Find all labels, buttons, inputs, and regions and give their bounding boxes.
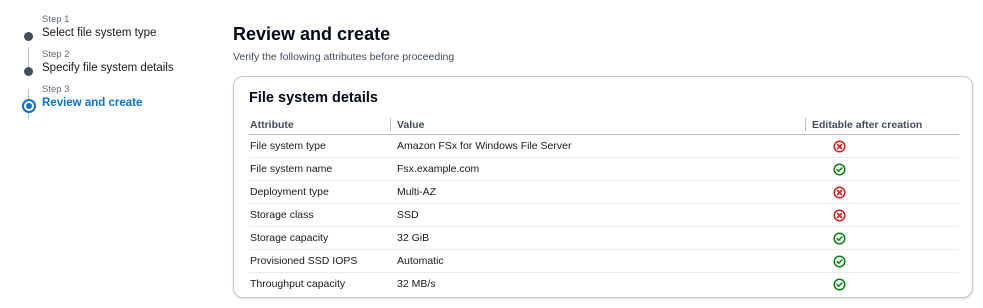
column-header-value: Value bbox=[390, 115, 811, 135]
editable-cell bbox=[811, 203, 959, 227]
step-complete-icon bbox=[24, 32, 33, 41]
column-header-editable: Editable after creation bbox=[805, 115, 959, 135]
table-row: File system type Amazon FSx for Windows F… bbox=[249, 134, 959, 158]
editable-cell bbox=[811, 157, 959, 181]
value-cell: Amazon FSx for Windows File Server bbox=[396, 134, 811, 158]
x-circle-icon bbox=[833, 185, 846, 199]
value-cell: 32 GiB bbox=[396, 226, 811, 250]
check-circle-icon bbox=[833, 162, 846, 176]
table-row: Throughput capacity 32 MB/s bbox=[249, 273, 959, 296]
table-row: File system name Fsx.example.com bbox=[249, 157, 959, 181]
attribute-cell: File system name bbox=[249, 157, 396, 181]
attribute-cell: Throughput capacity bbox=[250, 278, 346, 290]
value-cell: 32 MB/s bbox=[397, 278, 436, 290]
attribute-cell: Deployment type bbox=[249, 180, 396, 204]
attribute-cell: File system type bbox=[249, 134, 396, 158]
file-system-details-panel: File system details Attribute Value Edit… bbox=[233, 76, 973, 298]
table-row: Storage class SSD bbox=[249, 203, 959, 227]
value-cell: Fsx.example.com bbox=[396, 157, 811, 181]
editable-cell bbox=[811, 249, 959, 273]
step-number: Step 3 bbox=[42, 84, 70, 95]
panel-title: File system details bbox=[249, 90, 378, 106]
value-cell: SSD bbox=[396, 203, 811, 227]
table-row: Deployment type Multi-AZ bbox=[249, 180, 959, 204]
step-title[interactable]: Specify file system details bbox=[42, 61, 212, 75]
step-current-icon bbox=[22, 99, 36, 113]
table-row: Provisioned SSD IOPS Automatic bbox=[249, 249, 959, 273]
column-header-attribute: Attribute bbox=[249, 115, 396, 135]
editable-cell bbox=[811, 134, 959, 158]
editable-cell bbox=[811, 226, 959, 250]
table-body: File system type Amazon FSx for Windows F… bbox=[249, 134, 959, 296]
check-circle-icon bbox=[833, 254, 846, 268]
value-cell: Automatic bbox=[396, 249, 811, 273]
editable-cell bbox=[811, 180, 959, 204]
step-title: Review and create bbox=[42, 97, 143, 109]
table-row: Storage capacity 32 GiB bbox=[249, 226, 959, 250]
wizard-steps: Step 1 Select file system type Step 2 Sp… bbox=[22, 14, 212, 119]
check-circle-icon bbox=[833, 277, 846, 291]
attributes-table: Attribute Value Editable after creation … bbox=[249, 115, 959, 295]
page-description: Verify the following attributes before p… bbox=[233, 51, 455, 63]
attribute-cell: Storage capacity bbox=[249, 226, 396, 250]
step-number: Step 1 bbox=[42, 14, 70, 25]
x-circle-icon bbox=[833, 139, 846, 153]
x-circle-icon bbox=[833, 208, 846, 222]
attribute-cell: Provisioned SSD IOPS bbox=[249, 249, 396, 273]
step-3: Step 3 Review and create bbox=[22, 84, 212, 113]
editable-cell bbox=[811, 273, 959, 296]
check-circle-icon bbox=[833, 231, 846, 245]
step-title[interactable]: Select file system type bbox=[42, 26, 212, 40]
step-complete-icon bbox=[24, 67, 33, 76]
page-title: Review and create bbox=[233, 24, 391, 44]
attribute-cell: Storage class bbox=[249, 203, 396, 227]
step-1[interactable]: Step 1 Select file system type bbox=[22, 14, 212, 41]
table-header-row: Attribute Value Editable after creation bbox=[249, 115, 959, 135]
step-2[interactable]: Step 2 Specify file system details bbox=[22, 49, 212, 76]
value-cell: Multi-AZ bbox=[396, 180, 811, 204]
step-number: Step 2 bbox=[42, 49, 70, 60]
